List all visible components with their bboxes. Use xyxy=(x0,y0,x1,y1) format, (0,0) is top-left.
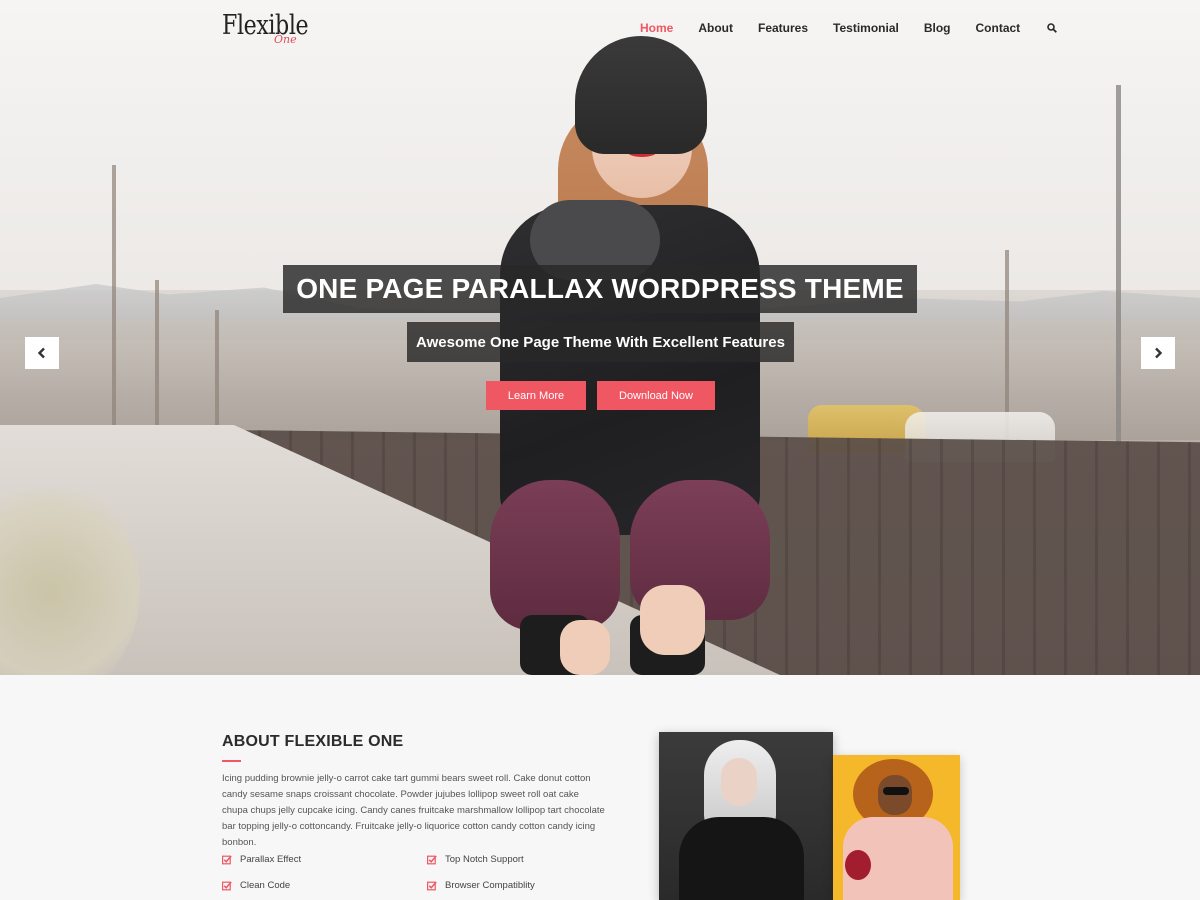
checkbox-check-icon xyxy=(427,855,437,864)
slider-prev-button[interactable] xyxy=(25,337,59,369)
feature-item: Parallax Effect xyxy=(222,854,301,865)
site-header: Flexible One Home About Features Testimo… xyxy=(0,0,1200,60)
learn-more-button[interactable]: Learn More xyxy=(486,381,586,410)
checkbox-check-icon xyxy=(427,881,437,890)
chevron-right-icon xyxy=(1155,347,1163,359)
nav-item-home[interactable]: Home xyxy=(640,21,673,35)
hero-background-tree xyxy=(155,280,159,430)
download-now-button[interactable]: Download Now xyxy=(597,381,715,410)
about-photo-model-blonde xyxy=(659,732,833,900)
about-title-underline xyxy=(222,760,241,762)
main-nav: Home About Features Testimonial Blog Con… xyxy=(640,21,1059,35)
checkbox-check-icon xyxy=(222,855,232,864)
feature-item: Top Notch Support xyxy=(427,854,524,865)
nav-item-about[interactable]: About xyxy=(698,21,733,35)
logo-script-text: One xyxy=(274,33,297,46)
slider-next-button[interactable] xyxy=(1141,337,1175,369)
feature-item: Clean Code xyxy=(222,880,290,891)
about-description: Icing pudding brownie jelly-o carrot cak… xyxy=(222,773,605,848)
feature-item: Browser Compatiblity xyxy=(427,880,535,891)
nav-item-contact[interactable]: Contact xyxy=(976,21,1021,35)
nav-item-testimonial[interactable]: Testimonial xyxy=(833,21,899,35)
about-photo-model-yellow xyxy=(833,755,960,900)
nav-item-blog[interactable]: Blog xyxy=(924,21,951,35)
slide-subtitle: Awesome One Page Theme With Excellent Fe… xyxy=(407,322,794,362)
site-logo[interactable]: Flexible One xyxy=(222,10,312,50)
slide-title: ONE PAGE PARALLAX WORDPRESS THEME xyxy=(283,265,917,313)
about-title: ABOUT FLEXIBLE ONE xyxy=(222,733,404,750)
search-icon[interactable] xyxy=(1045,21,1059,35)
hero-background-lamppost xyxy=(1116,85,1121,445)
feature-label: Clean Code xyxy=(240,880,291,891)
chevron-left-icon xyxy=(37,347,45,359)
checkbox-check-icon xyxy=(222,881,232,890)
about-section: ABOUT FLEXIBLE ONE Icing pudding brownie… xyxy=(0,675,1200,900)
feature-label: Browser Compatiblity xyxy=(445,880,535,891)
feature-label: Top Notch Support xyxy=(445,854,524,865)
nav-item-features[interactable]: Features xyxy=(758,21,808,35)
hero-background-tree xyxy=(112,165,116,425)
feature-label: Parallax Effect xyxy=(240,854,302,865)
hero-background-tree xyxy=(215,310,219,430)
